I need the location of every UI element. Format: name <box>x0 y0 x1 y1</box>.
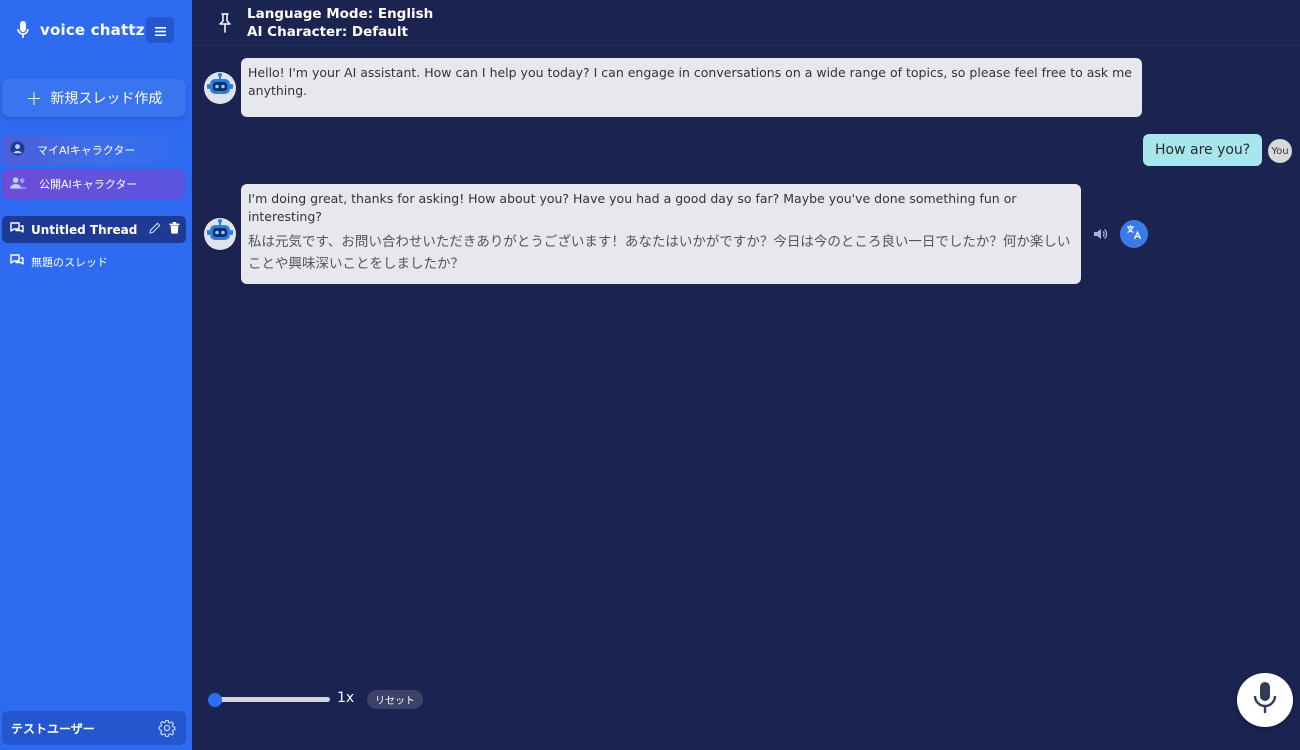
hamburger-icon <box>154 21 166 40</box>
user-message: How are you? <box>1143 134 1263 166</box>
message-translation: 私は元気です、お問い合わせいただきありがとうございます！あなたはいかがですか？今… <box>248 234 1071 272</box>
assistant-message: I'm doing great, thanks for asking! How … <box>241 184 1081 284</box>
robot-icon <box>206 219 234 249</box>
pencil-icon[interactable] <box>149 222 161 237</box>
user-avatar: You <box>1268 139 1292 163</box>
speed-value: 1x <box>337 690 355 706</box>
translate-icon <box>1126 224 1142 244</box>
microphone-icon <box>1252 681 1278 719</box>
app-name: voice chattz <box>40 21 145 39</box>
user-circle-icon <box>10 141 25 159</box>
speaker-icon[interactable] <box>1092 226 1108 246</box>
chat-bubbles-icon <box>10 253 24 270</box>
trash-icon[interactable] <box>169 222 180 237</box>
slider-thumb[interactable] <box>208 693 222 707</box>
ai-character: AI Character: Default <box>247 23 408 40</box>
user-name: テストユーザー <box>11 721 95 736</box>
bot-avatar <box>204 218 236 250</box>
plus-icon: + <box>25 86 43 110</box>
new-thread-label: 新規スレッド作成 <box>50 91 163 107</box>
thread-item-untitled[interactable]: Untitled Thread <box>2 216 186 243</box>
message-text: How are you? <box>1155 142 1251 158</box>
thread-actions <box>149 222 180 237</box>
pin-icon[interactable] <box>218 13 232 37</box>
users-icon <box>10 176 27 193</box>
my-ai-characters-label: マイAIキャラクター <box>37 144 136 157</box>
assistant-message: Hello! I'm your AI assistant. How can I … <box>241 58 1142 117</box>
gear-icon[interactable] <box>158 719 176 740</box>
message-text: Hello! I'm your AI assistant. How can I … <box>248 65 1132 98</box>
language-mode: Language Mode: English <box>247 6 434 22</box>
new-thread-button[interactable]: + 新規スレッド作成 <box>2 79 186 117</box>
bot-avatar <box>204 72 236 104</box>
translate-button[interactable] <box>1120 220 1148 248</box>
user-bar[interactable]: テストユーザー <box>2 711 186 745</box>
public-ai-characters-label: 公開AIキャラクター <box>39 178 138 191</box>
reset-button[interactable]: リセット <box>367 690 423 709</box>
chat-bubbles-icon <box>10 221 24 238</box>
speed-slider[interactable] <box>208 693 332 707</box>
my-ai-characters-link[interactable]: マイAIキャラクター <box>2 135 186 165</box>
thread-label: Untitled Thread <box>31 222 138 237</box>
thread-item-mudai[interactable]: 無題のスレッド <box>2 248 186 275</box>
thread-label: 無題のスレッド <box>31 255 108 269</box>
sidebar: voice chattz + 新規スレッド作成 マイAIキャラクター 公開AIキ… <box>0 0 192 750</box>
robot-icon <box>206 73 234 103</box>
header-info: Language Mode: English AI Character: Def… <box>247 6 433 41</box>
public-ai-characters-link[interactable]: 公開AIキャラクター <box>2 169 186 199</box>
brand: voice chattz <box>14 17 145 43</box>
record-button[interactable] <box>1237 673 1293 727</box>
chat-header: Language Mode: English AI Character: Def… <box>192 0 1300 46</box>
slider-track <box>208 697 330 702</box>
message-text: I'm doing great, thanks for asking! How … <box>248 191 1017 224</box>
menu-toggle-button[interactable] <box>146 17 174 43</box>
microphone-icon <box>14 19 32 41</box>
